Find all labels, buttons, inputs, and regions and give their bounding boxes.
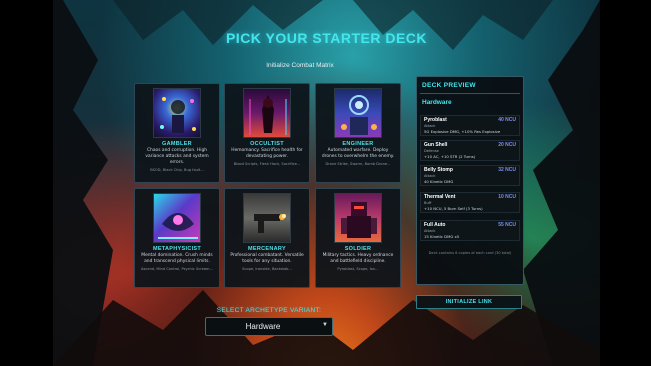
deck-card-soldier[interactable]: SOLDIER Military tactics. Heavy ordnance… bbox=[315, 188, 401, 288]
card-description: Automated warfare. Deploy drones to over… bbox=[321, 148, 395, 159]
entry-name: Belly Stomp bbox=[424, 167, 453, 173]
entry-name: Gun Shell bbox=[424, 142, 448, 148]
soldier-artwork bbox=[334, 193, 382, 243]
deck-card-entry[interactable]: Thermal Vent 10 NCU Buff +10 NCU, 5 Burn… bbox=[420, 192, 520, 213]
entry-cost: 32 NCU bbox=[498, 167, 516, 173]
left-letterbox bbox=[0, 0, 53, 366]
occultist-artwork bbox=[243, 88, 291, 138]
gambler-artwork bbox=[153, 88, 201, 138]
metaphysicist-artwork bbox=[153, 193, 201, 243]
deck-card-occultist[interactable]: OCCULTIST Hemomancy. Sacrifice health fo… bbox=[224, 83, 310, 183]
card-name: GAMBLER bbox=[162, 141, 192, 147]
card-description: Hemomancy. Sacrifice health for devastat… bbox=[231, 148, 303, 159]
entry-cost: 55 NCU bbox=[498, 222, 516, 228]
page-title: PICK YOUR STARTER DECK bbox=[225, 30, 428, 46]
chevron-down-icon: ▼ bbox=[322, 322, 328, 328]
deck-card-entry[interactable]: Belly Stomp 32 NCU Attack 40 Kinetic DMG bbox=[420, 165, 520, 186]
right-letterbox bbox=[600, 0, 651, 366]
card-name: METAPHYSICIST bbox=[152, 246, 202, 252]
entry-type: Attack bbox=[424, 124, 436, 128]
entry-name: Full Auto bbox=[424, 222, 446, 228]
entry-detail: 40 Kinetic DMG bbox=[424, 179, 454, 184]
entry-type: Attack bbox=[424, 174, 436, 178]
deck-size-note: Deck contains 6 copies of each card (30 … bbox=[428, 251, 512, 255]
deck-card-engineer[interactable]: ENGINEER Automated warfare. Deploy drone… bbox=[315, 83, 401, 183]
selected-variant: Hardware bbox=[245, 322, 281, 331]
entry-cost: 10 NCU bbox=[498, 194, 516, 200]
page-subtitle: Initialize Combat Matrix bbox=[266, 62, 334, 69]
card-tags: Drone Strike, Swarm, Bomb Drone... bbox=[325, 162, 391, 166]
entry-detail: 15 Kinetic DMG x5 bbox=[424, 234, 460, 239]
archetype-variant-select[interactable]: Hardware ▼ bbox=[205, 317, 333, 336]
mercenary-artwork bbox=[243, 193, 291, 243]
card-name: MERCENARY bbox=[248, 246, 286, 252]
card-name: SOLDIER bbox=[344, 246, 372, 252]
deck-card-entry[interactable]: Gun Shell 20 NCU Defense +10 AC, +10 STR… bbox=[420, 140, 520, 161]
card-tags: Ascend, Mind Control, Psychic Scream... bbox=[141, 267, 213, 271]
card-name: ENGINEER bbox=[342, 141, 374, 147]
deck-card-gambler[interactable]: GAMBLER Chaos and corruption. High varia… bbox=[134, 83, 220, 183]
card-description: Military tactics. Heavy ordnance and bat… bbox=[322, 253, 394, 264]
card-tags: Scope, Ironside, Backstab... bbox=[242, 267, 292, 271]
deck-card-metaphysicist[interactable]: METAPHYSICIST Mental domination. Crush m… bbox=[134, 188, 220, 288]
entry-cost: 40 NCU bbox=[498, 117, 516, 123]
entry-detail: 5G Explosive DMG, +10% Res Explosive bbox=[424, 129, 501, 134]
deck-preview-panel: DECK PREVIEW Hardware Pyroblast 40 NCU A… bbox=[416, 76, 524, 285]
entry-type: Attack bbox=[424, 229, 436, 233]
card-description: Professional combatant. Versatile tools … bbox=[230, 253, 304, 264]
deck-card-entry[interactable]: Full Auto 55 NCU Attack 15 Kinetic DMG x… bbox=[420, 220, 520, 241]
entry-type: Buff bbox=[424, 201, 432, 205]
deck-card-entry[interactable]: Pyroblast 40 NCU Attack 5G Explosive DMG… bbox=[420, 115, 520, 136]
entry-type: Defense bbox=[424, 149, 439, 153]
card-description: Chaos and corruption. High variance atta… bbox=[145, 148, 209, 165]
entry-name: Pyroblast bbox=[424, 117, 447, 123]
deck-preview-heading: DECK PREVIEW bbox=[422, 82, 476, 89]
card-tags: Blood Scripts, Flesh Hack, Sacrifice... bbox=[233, 162, 301, 166]
card-tags: BSOD, Black Chip, Bug fault... bbox=[150, 168, 204, 172]
entry-name: Thermal Vent bbox=[424, 194, 456, 200]
initialize-link-button[interactable]: INITIALIZE LINK bbox=[416, 295, 522, 309]
divider bbox=[420, 93, 520, 94]
entry-detail: +10 NCU, 5 Burn Self (3 Turns) bbox=[424, 206, 483, 211]
deck-name: Hardware bbox=[422, 99, 452, 106]
entry-detail: +10 AC, +10 STR (2 Turns) bbox=[424, 154, 476, 159]
card-tags: Pyroblast, Scope, Ion... bbox=[337, 267, 379, 271]
archetype-variant-label: SELECT ARCHETYPE VARIANT: bbox=[216, 307, 322, 314]
card-description: Mental domination. Crush minds and trans… bbox=[141, 253, 213, 264]
engineer-artwork bbox=[334, 88, 382, 138]
deck-card-mercenary[interactable]: MERCENARY Professional combatant. Versat… bbox=[224, 188, 310, 288]
card-name: OCCULTIST bbox=[250, 141, 284, 147]
entry-cost: 20 NCU bbox=[498, 142, 516, 148]
